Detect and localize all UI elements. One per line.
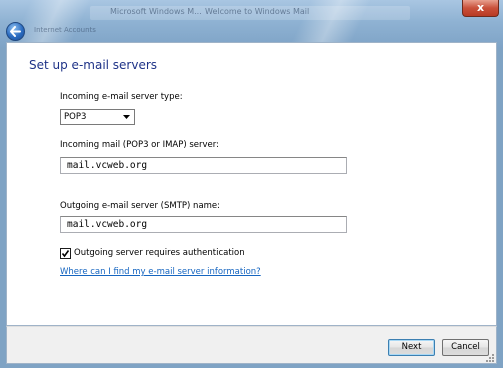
window-subtitle: Internet Accounts [34, 26, 96, 34]
chevron-down-icon [119, 110, 134, 124]
window-title-left: Microsoft Windows M... [110, 7, 202, 16]
close-button[interactable]: x [462, 0, 499, 17]
next-button[interactable]: Next [388, 339, 435, 356]
outgoing-server-label: Outgoing e-mail server (SMTP) name: [60, 201, 221, 211]
incoming-server-value: mail.vcweb.org [67, 160, 148, 171]
server-type-dropdown[interactable]: POP3 [60, 109, 135, 125]
server-type-value: POP3 [64, 112, 87, 122]
server-info-help-link[interactable]: Where can I find my e-mail server inform… [60, 267, 261, 277]
window-title-right: Welcome to Windows Mail [205, 7, 310, 16]
back-button[interactable] [6, 22, 25, 41]
auth-checkbox-label: Outgoing server requires authentication [74, 248, 245, 258]
outgoing-server-value: mail.vcweb.org [67, 219, 148, 230]
incoming-server-label: Incoming mail (POP3 or IMAP) server: [60, 140, 219, 150]
wizard-content-panel [6, 42, 497, 326]
outgoing-server-input[interactable]: mail.vcweb.org [60, 216, 347, 233]
incoming-server-input[interactable]: mail.vcweb.org [60, 157, 347, 174]
back-arrow-icon [10, 26, 21, 37]
server-type-label: Incoming e-mail server type: [60, 92, 183, 102]
resize-grip-icon[interactable] [486, 354, 495, 363]
page-title: Set up e-mail servers [29, 58, 158, 72]
cancel-button[interactable]: Cancel [442, 339, 489, 356]
auth-checkbox[interactable] [60, 248, 71, 259]
window-title-bar: Microsoft Windows M... Welcome to Window… [0, 0, 503, 48]
close-icon: x [476, 1, 485, 14]
checkmark-icon [61, 250, 70, 258]
